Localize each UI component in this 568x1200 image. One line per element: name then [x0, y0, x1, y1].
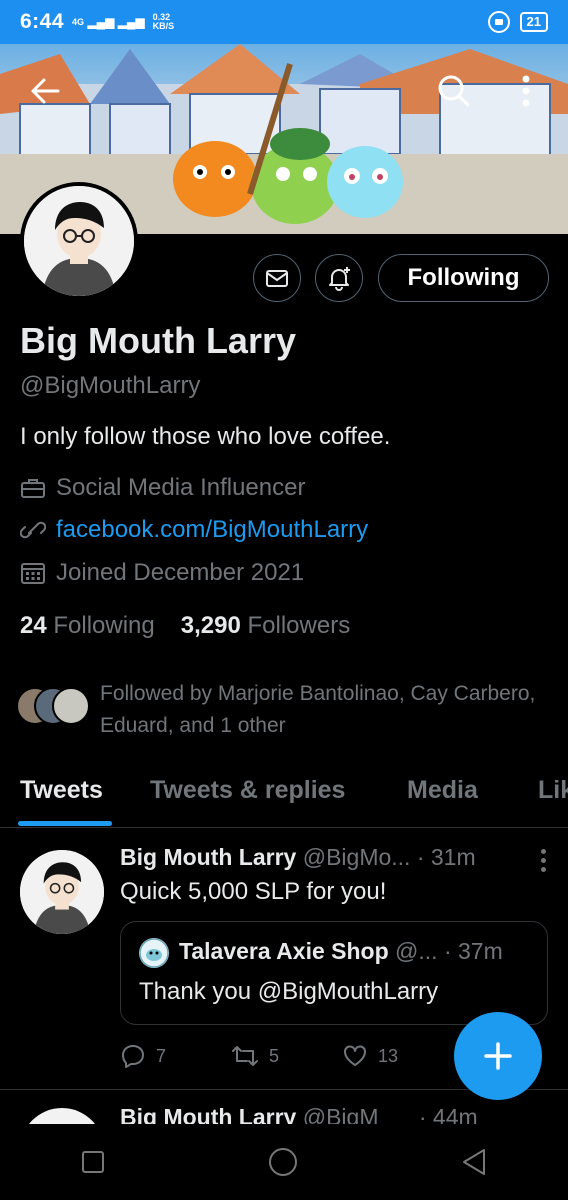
recents-icon[interactable]: [80, 1149, 106, 1175]
message-button[interactable]: [253, 254, 301, 302]
tab-tweets-replies[interactable]: Tweets & replies: [150, 776, 345, 805]
retweet-button[interactable]: 5: [231, 1043, 342, 1069]
tab-media[interactable]: Media: [407, 776, 478, 805]
network-speed-unit: KB/S: [152, 21, 175, 31]
followers-label: Followers: [247, 612, 351, 639]
following-button[interactable]: Following: [378, 254, 549, 302]
link-icon: [20, 521, 46, 539]
tweet-header: Big Mouth Larry @BigM · 44m: [120, 1104, 478, 1124]
followers-count: 3,290: [180, 612, 241, 639]
following-label: Following: [53, 612, 155, 639]
battery-indicator: 21: [519, 12, 548, 32]
profile-tabs: Tweets Tweets & replies Media Lik: [0, 762, 568, 828]
following-stat[interactable]: 24 Following: [20, 612, 155, 640]
tweet-avatar[interactable]: [20, 850, 104, 934]
joined-text: Joined December 2021: [56, 559, 305, 586]
search-icon: [438, 75, 470, 107]
category-text: Social Media Influencer: [56, 474, 306, 501]
compose-plus-icon: [484, 1042, 512, 1070]
more-vertical-icon: [522, 75, 530, 107]
like-button[interactable]: 13: [342, 1043, 453, 1069]
website-link[interactable]: facebook.com/BigMouthLarry: [56, 516, 368, 544]
tweet-text: Quick 5,000 SLP for you!: [120, 878, 387, 905]
following-count: 24: [20, 612, 47, 639]
tweet-actions: 7 5 13: [120, 1043, 453, 1069]
compose-tweet-button[interactable]: [454, 1012, 542, 1100]
tweet-handle: @BigM: [302, 1104, 379, 1124]
reply-count: 7: [156, 1045, 167, 1066]
profile-bio: I only follow those who love coffee.: [20, 423, 391, 450]
signal-indicator: 4G ▂▄▆ ▂▄▆: [72, 14, 145, 29]
lock-icon: [487, 11, 510, 33]
quoted-tweet[interactable]: Talavera Axie Shop @... · 37m Thank you …: [120, 921, 548, 1025]
profile-avatar[interactable]: [20, 182, 138, 300]
tweet-handle: @BigMo...: [302, 844, 411, 870]
tweet-author[interactable]: Big Mouth Larry: [120, 1104, 296, 1124]
retweet-icon: [232, 1046, 258, 1066]
profile-joined: Joined December 2021: [20, 559, 304, 587]
shop-logo-icon: [139, 938, 169, 968]
followers-stat[interactable]: 3,290 Followers: [181, 612, 350, 640]
followed-by-avatars: [16, 687, 92, 727]
mail-icon: [266, 270, 288, 287]
tab-tweets[interactable]: Tweets: [20, 776, 103, 805]
quote-handle: @...: [395, 938, 438, 964]
more-options-button[interactable]: [505, 70, 547, 112]
avatar-illustration: [24, 186, 134, 296]
profile-handle: @BigMouthLarry: [20, 372, 201, 399]
tab-likes[interactable]: Lik: [538, 776, 568, 805]
back-nav-icon[interactable]: [460, 1147, 488, 1177]
back-button[interactable]: [24, 70, 66, 112]
quote-text: Thank you @BigMouthLarry: [139, 978, 439, 1005]
tweet-time: · 31m: [416, 844, 476, 870]
profile-name: Big Mouth Larry: [20, 320, 296, 361]
tweet-author[interactable]: Big Mouth Larry: [120, 844, 296, 870]
followed-by[interactable]: Followed by Marjorie Bantolinao, Cay Car…: [16, 678, 536, 742]
tweet-header: Big Mouth Larry @BigMo... · 31m: [120, 844, 476, 871]
tweet-more-icon[interactable]: [541, 849, 546, 872]
profile-category: Social Media Influencer: [20, 474, 305, 502]
like-icon: [344, 1045, 366, 1066]
reply-icon: [122, 1045, 144, 1068]
reply-button[interactable]: 7: [120, 1043, 231, 1069]
profile-website: facebook.com/BigMouthLarry: [20, 516, 368, 544]
network-type: 4G: [72, 16, 85, 27]
tweet-time: · 44m: [418, 1104, 478, 1124]
notifications-button[interactable]: [315, 254, 363, 302]
home-icon[interactable]: [267, 1146, 299, 1178]
quote-avatar: [139, 938, 169, 968]
avatar-illustration: [20, 850, 104, 934]
briefcase-icon: [21, 479, 45, 498]
follower-avatar: [52, 687, 90, 725]
status-bar: 6:44 4G ▂▄▆ ▂▄▆ 0.32 KB/S 21: [0, 0, 568, 44]
tweet-avatar[interactable]: [20, 1108, 104, 1124]
android-nav-bar: [0, 1124, 568, 1200]
followed-by-text: Followed by Marjorie Bantolinao, Cay Car…: [100, 682, 536, 737]
bell-plus-icon: [329, 267, 350, 291]
quote-author: Talavera Axie Shop: [179, 938, 389, 964]
calendar-icon: [21, 563, 45, 584]
search-button[interactable]: [433, 70, 475, 112]
quote-header: Talavera Axie Shop @... · 37m: [179, 938, 503, 965]
back-arrow-icon: [31, 78, 60, 104]
like-count: 13: [378, 1045, 399, 1066]
retweet-count: 5: [269, 1045, 280, 1066]
follow-stats: 24 Following 3,290 Followers: [20, 612, 350, 640]
active-tab-indicator: [18, 821, 112, 826]
quote-time: · 37m: [443, 938, 503, 964]
status-time: 6:44: [20, 10, 65, 33]
